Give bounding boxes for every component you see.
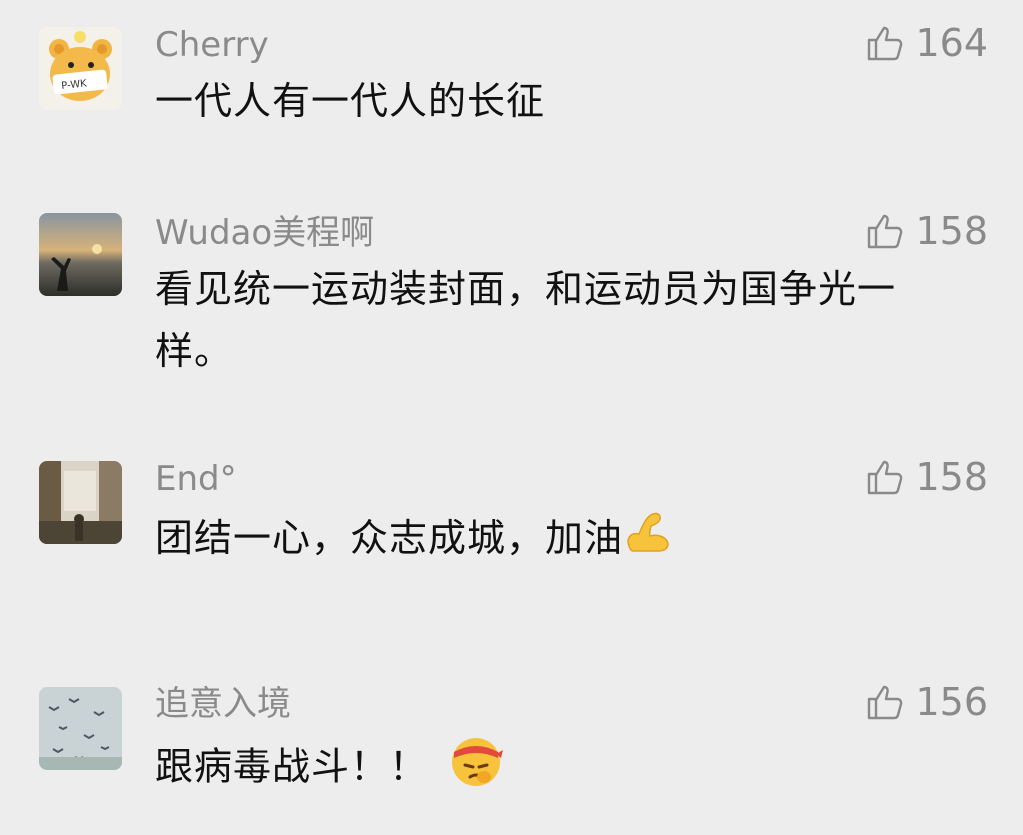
avatar[interactable] — [39, 213, 122, 296]
like-count: 164 — [915, 21, 988, 65]
like-button[interactable]: 158 — [865, 211, 988, 251]
thumbs-up-icon — [868, 26, 903, 61]
birds-sky-avatar-icon — [39, 687, 122, 770]
comment-author[interactable]: 追意入境 — [155, 684, 291, 724]
sunset-photo-avatar-icon — [39, 213, 122, 296]
like-button[interactable]: 156 — [865, 682, 988, 722]
like-button[interactable]: 158 — [865, 457, 988, 497]
comment-text: 跟病毒战斗！！ — [155, 732, 955, 806]
comment-author[interactable]: End° — [155, 459, 237, 499]
comment-text: 团结一心，众志成城，加油 — [155, 507, 955, 572]
like-count: 158 — [915, 209, 988, 253]
bear-avatar-icon: P-WK — [39, 27, 122, 110]
comment-author[interactable]: Cherry — [155, 25, 269, 65]
determined-face-headband-icon — [448, 732, 504, 806]
comment-text-content: 团结一心，众志成城，加油 — [155, 516, 624, 560]
comment-text: 看见统一运动装封面，和运动员为国争光一样。 — [155, 267, 897, 373]
street-photo-avatar-icon — [39, 461, 122, 544]
comment-author[interactable]: Wudao美程啊 — [155, 213, 374, 253]
thumbs-up-icon — [868, 214, 903, 249]
like-count: 158 — [915, 455, 988, 499]
avatar[interactable] — [39, 461, 122, 544]
like-button[interactable]: 164 — [865, 23, 988, 63]
flexed-biceps-icon — [623, 510, 673, 572]
avatar[interactable]: P-WK — [39, 27, 122, 110]
like-count: 156 — [915, 680, 988, 724]
comment-text-content: 跟病毒战斗！！ — [155, 744, 429, 789]
thumbs-up-icon — [868, 460, 903, 495]
avatar[interactable] — [39, 687, 122, 770]
thumbs-up-icon — [868, 685, 903, 720]
comment-text: 一代人有一代人的长征 — [155, 79, 546, 123]
